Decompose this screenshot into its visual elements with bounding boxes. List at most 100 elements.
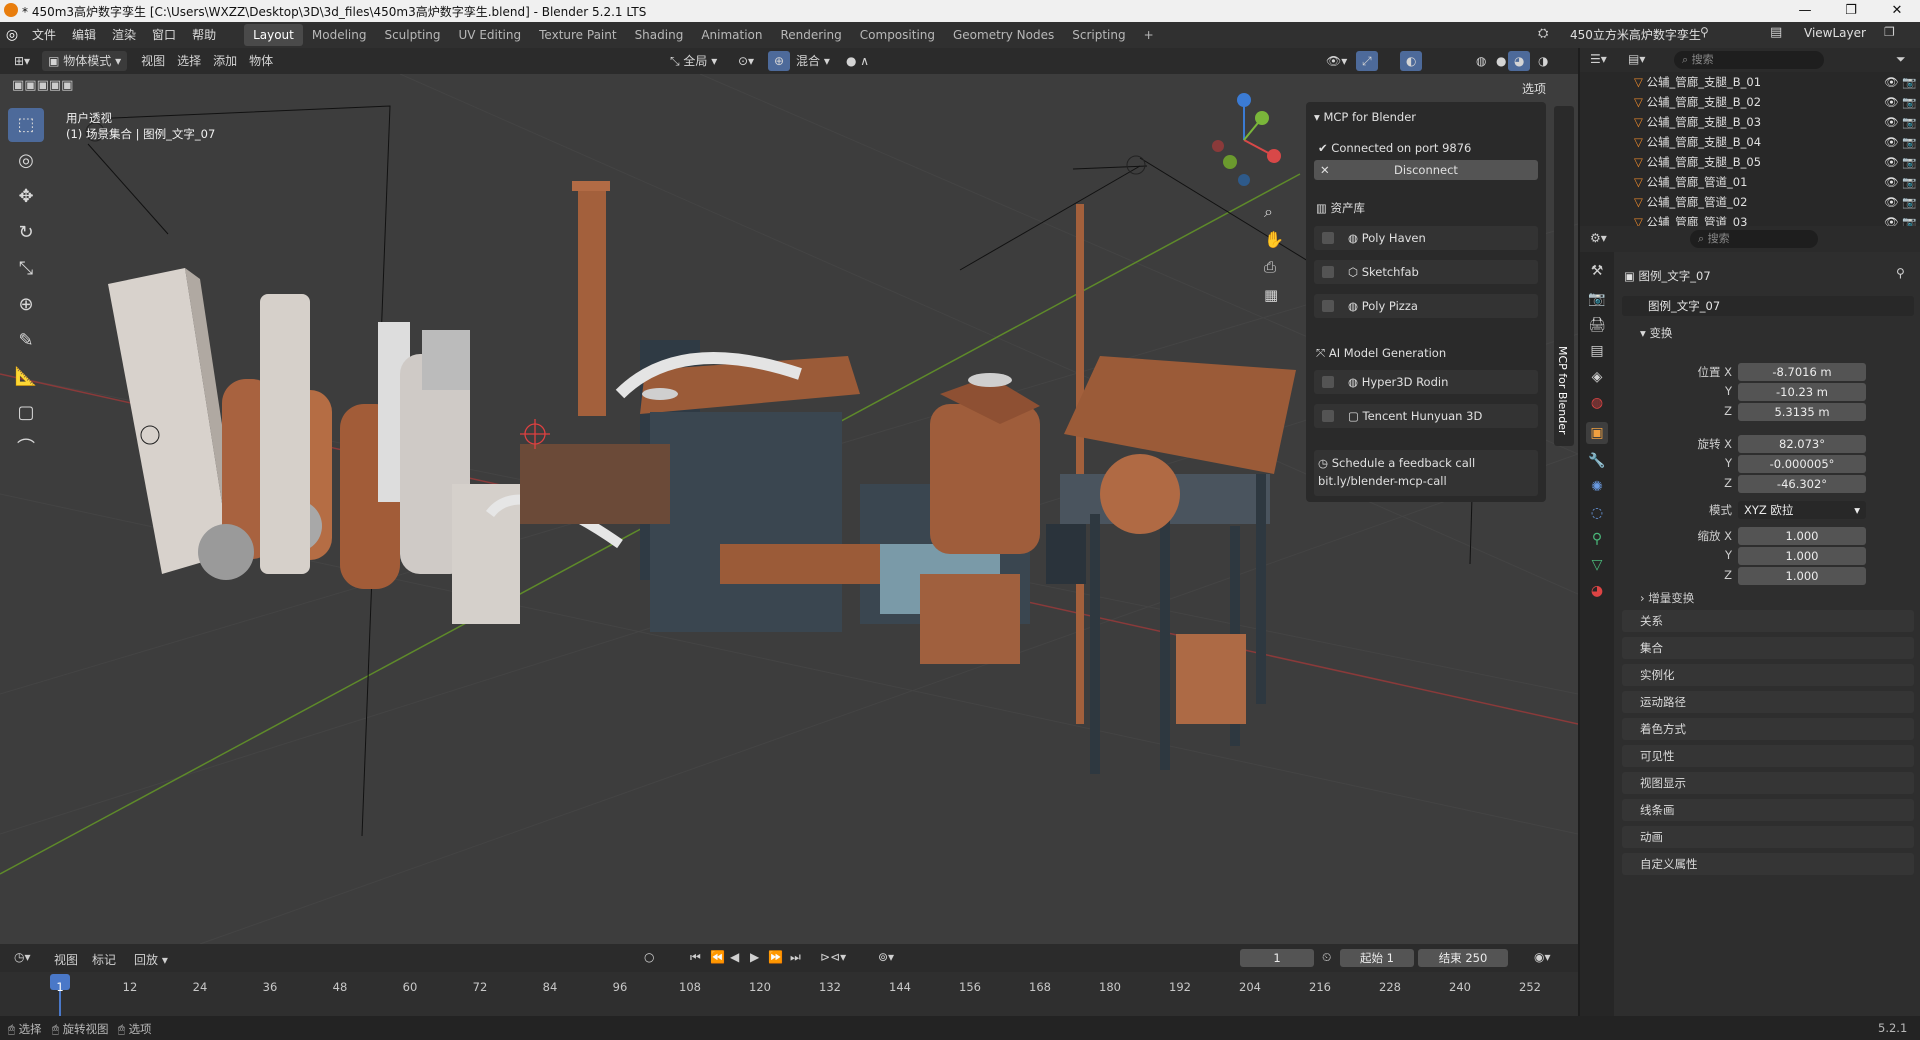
prev-keyframe-icon[interactable]: ⏪ [710, 950, 725, 964]
object-tab-icon[interactable]: ▣ [1586, 422, 1608, 444]
outliner-item[interactable]: ▽ 公辅_管廊_支腿_B_04 👁 📷 [1580, 132, 1920, 152]
timeline-track[interactable] [0, 972, 1578, 1016]
maximize-button[interactable]: ❐ [1828, 0, 1874, 22]
keying-icon[interactable]: ⊳⊲▾ [820, 950, 846, 964]
location-x-field[interactable]: -8.7016 m [1738, 363, 1866, 381]
frame-start-field[interactable]: 起始 1 [1340, 949, 1414, 967]
tab-uv-editing[interactable]: UV Editing [450, 24, 531, 46]
viewlayer-name-field[interactable]: ViewLayer [1804, 26, 1866, 40]
outliner-item[interactable]: ▽ 公辅_管廊_管道_01 👁 📷 [1580, 172, 1920, 192]
menu-select[interactable]: 选择 [171, 51, 207, 71]
scene-tab-icon[interactable]: ◈ [1586, 366, 1608, 388]
properties-editor-icon[interactable]: ⚙▾ [1590, 231, 1607, 245]
menu-object[interactable]: 物体 [243, 51, 279, 71]
scale-tool-icon[interactable]: ⤡ [8, 252, 44, 286]
play-reverse-icon[interactable]: ◀ [730, 950, 739, 964]
outliner-item[interactable]: ▽ 公辅_管廊_管道_03 👁 📷 [1580, 212, 1920, 226]
section-shading[interactable]: 着色方式 [1622, 718, 1914, 740]
constraints-tab-icon[interactable]: ⚲ [1586, 528, 1608, 550]
minimize-button[interactable]: — [1782, 0, 1828, 22]
rotation-mode-dropdown[interactable]: XYZ 欧拉 ▾ [1738, 501, 1866, 519]
record-icon[interactable]: ○ [644, 950, 654, 964]
jump-end-icon[interactable]: ⏭ [790, 950, 801, 965]
select-mode-buttons[interactable]: ▣▣▣▣▣ [12, 78, 73, 93]
timeline-editor-icon[interactable]: ◷▾ [14, 950, 31, 964]
curve-tool-icon[interactable]: ⌒ [8, 432, 44, 466]
physics-tab-icon[interactable]: ◌ [1586, 502, 1608, 524]
visibility-icon[interactable]: 👁▾ [1320, 51, 1353, 71]
scene-name-field[interactable]: 450立方米高炉数字孪生 [1570, 26, 1701, 43]
menu-view[interactable]: 视图 [135, 51, 171, 71]
poly-haven-checkbox[interactable] [1322, 232, 1334, 244]
tab-modeling[interactable]: Modeling [303, 24, 376, 46]
rotation-y-field[interactable]: -0.000005° [1738, 455, 1866, 473]
viewlayer-icon[interactable]: ▤ [1770, 25, 1782, 40]
object-name-input[interactable]: 图例_文字_07 [1622, 296, 1914, 316]
menu-help[interactable]: 帮助 [184, 24, 224, 46]
gizmo-toggle-icon[interactable]: ⤢ [1356, 51, 1378, 71]
editor-type-icon[interactable]: ⊞▾ [8, 51, 36, 71]
current-frame-field[interactable]: 1 [1240, 949, 1314, 967]
feedback-link[interactable]: bit.ly/blender-mcp-call [1318, 472, 1538, 490]
navigation-gizmo[interactable] [1212, 93, 1281, 186]
tab-scripting[interactable]: Scripting [1063, 24, 1134, 46]
timeline-menu-marker[interactable]: 标记 [92, 951, 116, 968]
section-custom-properties[interactable]: 自定义属性 [1622, 853, 1914, 875]
mode-dropdown[interactable]: ▣ 物体模式 ▾ [42, 51, 128, 71]
pin-icon[interactable]: ⚲ [1896, 266, 1905, 280]
tab-geometry-nodes[interactable]: Geometry Nodes [944, 24, 1063, 46]
menu-edit[interactable]: 编辑 [64, 24, 104, 46]
outliner-editor-icon[interactable]: ☰▾ [1590, 52, 1607, 66]
asset-sketchfab[interactable]: ⬡ Sketchfab [1314, 260, 1538, 284]
sketchfab-checkbox[interactable] [1322, 266, 1334, 278]
scale-y-field[interactable]: 1.000 [1738, 547, 1866, 565]
render-tab-icon[interactable]: 📷 [1586, 288, 1608, 310]
scale-z-field[interactable]: 1.000 [1738, 567, 1866, 585]
tab-layout[interactable]: Layout [244, 24, 303, 46]
jump-start-icon[interactable]: ⏮ [690, 950, 701, 965]
outliner-item[interactable]: ▽ 公辅_管廊_支腿_B_05 👁 📷 [1580, 152, 1920, 172]
display-mode-icon[interactable]: ▤▾ [1628, 52, 1645, 66]
modifier-tab-icon[interactable]: 🔧 [1586, 450, 1608, 472]
section-visibility[interactable]: 可见性 [1622, 745, 1914, 767]
cursor-tool-icon[interactable]: ◎ [8, 144, 44, 178]
proportional-edit-icon[interactable]: ● ∧ [840, 51, 875, 71]
hunyuan-checkbox[interactable] [1322, 410, 1334, 422]
zoom-icon[interactable]: ⌕ [1264, 202, 1273, 222]
tool-tab-icon[interactable]: ⚒ [1586, 260, 1608, 282]
pan-hand-icon[interactable]: ✋ [1264, 230, 1284, 249]
filter-icon[interactable]: ⏷ [1896, 52, 1906, 67]
mcp-side-tab[interactable]: MCP for Blender [1556, 346, 1569, 435]
transform-tool-icon[interactable]: ⊕ [8, 288, 44, 322]
section-line-art[interactable]: 线条画 [1622, 799, 1914, 821]
industrial-model[interactable] [108, 181, 1296, 774]
ai-hyper3d-rodin[interactable]: ◍ Hyper3D Rodin [1314, 370, 1538, 394]
outliner-item[interactable]: ▽ 公辅_管廊_管道_02 👁 📷 [1580, 192, 1920, 212]
new-viewlayer-icon[interactable]: ❐ [1884, 25, 1895, 39]
delta-transform-header[interactable]: › 增量变换 [1640, 590, 1694, 606]
section-animation[interactable]: 动画 [1622, 826, 1914, 848]
next-keyframe-icon[interactable]: ⏩ [768, 950, 783, 964]
tab-rendering[interactable]: Rendering [772, 24, 851, 46]
snap-mode-dropdown[interactable]: 混合 ▾ [790, 51, 836, 71]
tab-texture-paint[interactable]: Texture Paint [530, 24, 625, 46]
add-cube-tool-icon[interactable]: ▢ [8, 396, 44, 430]
transform-orientation-dropdown[interactable]: ⤡ 全局 ▾ [664, 51, 723, 71]
hyper3d-checkbox[interactable] [1322, 376, 1334, 388]
select-box-tool-icon[interactable]: ⬚ [8, 108, 44, 142]
pin-scene-icon[interactable]: ⚲ [1700, 25, 1709, 39]
rotation-x-field[interactable]: 82.073° [1738, 435, 1866, 453]
view-layer-tab-icon[interactable]: ▤ [1586, 340, 1608, 362]
scale-x-field[interactable]: 1.000 [1738, 527, 1866, 545]
camera-view-icon[interactable]: ⎙ [1264, 258, 1276, 276]
tab-shading[interactable]: Shading [626, 24, 693, 46]
asset-poly-haven[interactable]: ◍ Poly Haven [1314, 226, 1538, 250]
section-motion-paths[interactable]: 运动路径 [1622, 691, 1914, 713]
disconnect-button[interactable]: ✕ Disconnect [1314, 160, 1538, 180]
timeline-menu-view[interactable]: 视图 [54, 951, 78, 968]
outliner-item[interactable]: ▽ 公辅_管廊_支腿_B_02 👁 📷 [1580, 92, 1920, 112]
pivot-point-icon[interactable]: ⊙▾ [732, 51, 760, 71]
mcp-panel-header[interactable]: ▾ MCP for Blender [1314, 110, 1416, 124]
location-y-field[interactable]: -10.23 m [1738, 383, 1866, 401]
outliner-item[interactable]: ▽ 公辅_管廊_支腿_B_03 👁 📷 [1580, 112, 1920, 132]
